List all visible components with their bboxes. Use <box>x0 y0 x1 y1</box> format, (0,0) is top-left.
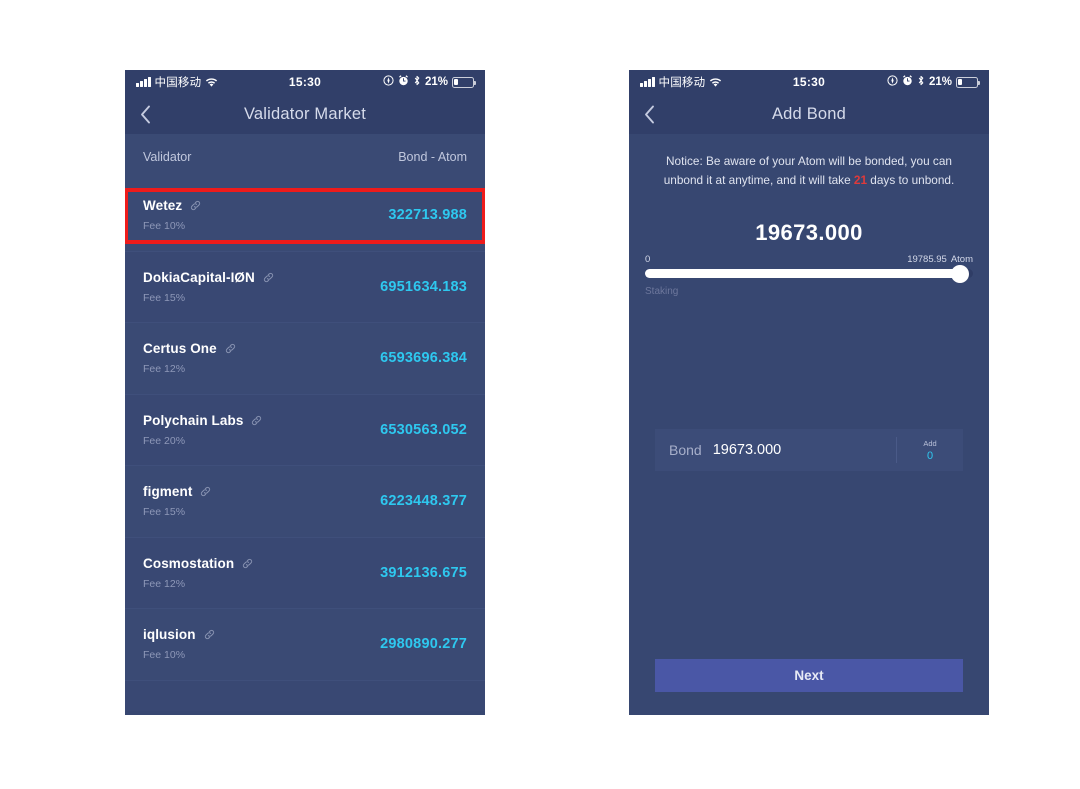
slider-unit-label: Atom <box>950 254 973 266</box>
notice-text: Notice: Be aware of your Atom will be bo… <box>629 134 989 190</box>
page-title: Validator Market <box>243 104 367 123</box>
validator-info: figment Fee 15% <box>143 484 211 518</box>
list-header: Validator Bond - Atom <box>125 134 485 180</box>
validator-fee: Fee 10% <box>143 649 186 662</box>
validator-fee: Fee 12% <box>143 363 186 376</box>
validator-name: Polychain Labs <box>143 412 244 428</box>
validator-bond-amount: 2980890.277 <box>380 636 467 653</box>
validator-name-line: Certus One <box>143 341 236 356</box>
amount-slider[interactable] <box>645 264 973 283</box>
nav-bar: Validator Market <box>125 94 485 134</box>
validator-bond-amount: 6223448.377 <box>380 493 467 510</box>
validator-name-line: figment <box>143 484 211 499</box>
nav-bar: Add Bond <box>629 94 989 134</box>
slider-min-label: 0 <box>645 254 651 266</box>
status-bar-time: 15:30 <box>792 75 826 89</box>
page-title: Add Bond <box>771 104 847 123</box>
validator-row[interactable]: DokiaCapital-IØN Fee 15% 6951634.183 <box>125 251 485 323</box>
validator-name-line: Wetez <box>143 198 201 213</box>
bond-value[interactable]: 19673.000 <box>702 442 782 458</box>
validator-name-line: Polychain Labs <box>143 413 262 428</box>
battery-icon <box>452 76 477 88</box>
validator-name-line: DokiaCapital-IØN <box>143 270 274 285</box>
slider-max-label: 19785.95 <box>907 254 947 266</box>
amount-slider-container: 0 19785.95 Atom Staking <box>629 254 989 297</box>
status-bar-time: 15:30 <box>288 75 322 89</box>
validator-market-screen: 中国移动 15:30 21% Validator Market Validato… <box>125 70 485 715</box>
slider-labels: 0 19785.95 Atom <box>645 254 973 265</box>
validator-bond-amount: 6530563.052 <box>380 421 467 438</box>
validator-name-line: iqlusion <box>143 627 215 642</box>
link-icon <box>191 201 201 211</box>
slider-max-group: 19785.95 Atom <box>907 254 973 265</box>
link-icon <box>225 344 235 354</box>
validator-name: Certus One <box>143 341 217 357</box>
staking-label: Staking <box>645 286 679 298</box>
notice-part-2: days to unbond. <box>867 173 955 188</box>
validator-info: Polychain Labs Fee 20% <box>143 413 262 447</box>
slider-fill <box>645 269 960 279</box>
validator-name: Wetez <box>143 198 183 214</box>
bond-input-row[interactable]: Bond 19673.000 Add 0 <box>655 429 963 471</box>
link-icon <box>204 630 214 640</box>
add-bond-screen: 中国移动 15:30 21% Add Bond Notice: Be aware… <box>629 70 989 715</box>
add-label: Add <box>923 438 937 448</box>
validator-fee: Fee 15% <box>143 506 186 519</box>
validator-info: Certus One Fee 12% <box>143 341 236 375</box>
validator-name: Cosmostation <box>143 555 235 571</box>
next-button[interactable]: Next <box>655 659 963 692</box>
validator-list: Wetez Fee 10% 322713.988 DokiaCapital-IØN Fe… <box>125 180 485 711</box>
column-header-bond: Bond - Atom <box>398 150 467 164</box>
battery-icon <box>956 76 981 88</box>
column-header-validator: Validator <box>143 150 192 164</box>
add-value: 0 <box>926 449 934 462</box>
status-bar: 中国移动 15:30 21% <box>629 70 989 94</box>
notice-unbond-days: 21 <box>853 173 868 188</box>
validator-row-partial[interactable] <box>125 680 485 711</box>
slider-thumb[interactable] <box>950 264 969 283</box>
link-icon <box>201 487 211 497</box>
validator-row[interactable]: Certus One Fee 12% 6593696.384 <box>125 323 485 395</box>
validator-fee: Fee 20% <box>143 434 186 447</box>
validator-row[interactable]: Cosmostation Fee 12% 3912136.675 <box>125 537 485 609</box>
link-icon <box>252 415 262 425</box>
validator-row[interactable]: Polychain Labs Fee 20% 6530563.052 <box>125 394 485 466</box>
validator-fee: Fee 15% <box>143 291 186 304</box>
validator-bond-amount: 322713.988 <box>388 207 467 224</box>
validator-bond-amount: 6593696.384 <box>380 350 467 367</box>
validator-info: iqlusion Fee 10% <box>143 627 215 661</box>
validator-info: Wetez Fee 10% <box>143 198 201 232</box>
validator-name: figment <box>143 484 193 500</box>
validator-row[interactable]: iqlusion Fee 10% 2980890.277 <box>125 609 485 681</box>
validator-row[interactable]: Wetez Fee 10% 322713.988 <box>125 180 485 252</box>
validator-bond-amount: 6951634.183 <box>380 278 467 295</box>
validator-info: DokiaCapital-IØN Fee 15% <box>143 270 274 304</box>
add-bond-body: Notice: Be aware of your Atom will be bo… <box>629 134 989 715</box>
add-stepper[interactable]: Add 0 <box>897 439 963 462</box>
validator-fee: Fee 12% <box>143 577 186 590</box>
status-bar: 中国移动 15:30 21% <box>125 70 485 94</box>
validator-name: iqlusion <box>143 627 196 643</box>
validator-name: DokiaCapital-IØN <box>143 269 255 285</box>
validator-row[interactable]: figment Fee 15% 6223448.377 <box>125 466 485 538</box>
validator-fee: Fee 10% <box>143 220 186 233</box>
validator-bond-amount: 3912136.675 <box>380 564 467 581</box>
bond-amount-display: 19673.000 <box>755 220 863 246</box>
link-icon <box>243 558 253 568</box>
bond-label: Bond <box>669 442 702 458</box>
validator-name-line: Cosmostation <box>143 556 253 571</box>
validator-info: Cosmostation Fee 12% <box>143 556 253 590</box>
screenshot-canvas: 中国移动 15:30 21% Validator Market Validato… <box>0 0 1080 789</box>
link-icon <box>263 272 273 282</box>
